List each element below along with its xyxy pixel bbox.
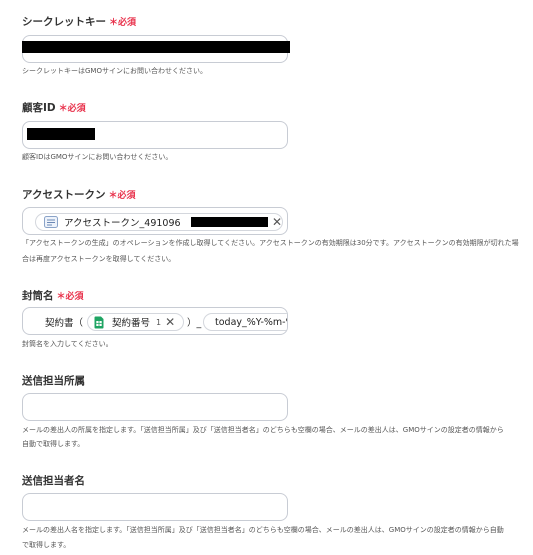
envelope-name-label-text: 封筒名 [22, 290, 54, 302]
sender-name-label: 送信担当者名 [22, 475, 85, 487]
access-token-label: アクセストークン ＊必須 [22, 187, 136, 202]
contract-number-chip-label: 契約番号 [112, 318, 151, 329]
secret-key-label-text: シークレットキー [22, 16, 106, 28]
redacted-secret-key [22, 41, 290, 53]
redacted-token-suffix [190, 217, 268, 227]
sender-department-label: 送信担当所属 [22, 375, 85, 387]
envelope-name-input[interactable]: 契約書（ 契約番号 1 ✕ ）_ today_%Y-%m-% [22, 307, 288, 335]
today-date-chip-label: today_%Y-%m-% [215, 316, 288, 328]
sender-department-help-line1: メールの差出人の所属を指定します。「送信担当所属」及び「送信担当者名」のどちらも… [22, 426, 504, 434]
customer-id-help: 顧客IDはGMOサインにお問い合わせください。 [22, 153, 173, 161]
today-date-chip[interactable]: today_%Y-%m-% [203, 313, 288, 331]
required-badge: ＊必須 [108, 191, 136, 201]
contract-number-chip-index: 1 [156, 317, 162, 327]
spreadsheet-icon [94, 316, 104, 329]
close-icon[interactable]: ✕ [165, 316, 175, 328]
sender-department-input[interactable] [22, 393, 288, 421]
sender-department-help-line2: 自動で取得します。 [22, 440, 85, 448]
required-badge: ＊必須 [56, 292, 84, 302]
redacted-customer-id [27, 128, 95, 140]
contract-number-chip[interactable]: 契約番号 1 ✕ [87, 313, 184, 331]
sender-name-input[interactable] [22, 493, 288, 521]
customer-id-input[interactable] [22, 121, 288, 149]
access-token-help-line2: 合は再度アクセストークンを取得してください。 [22, 255, 176, 263]
secret-key-help: シークレットキーはGMOサインにお問い合わせください。 [22, 67, 207, 75]
envelope-text-before: 契約書（ [45, 318, 84, 329]
secret-key-label: シークレットキー ＊必須 [22, 14, 136, 29]
customer-id-label-text: 顧客ID [22, 102, 56, 114]
required-badge: ＊必須 [58, 104, 86, 114]
access-token-help-line1: 「アクセストークンの生成」のオペレーションを作成し取得してください。アクセストー… [22, 239, 519, 247]
access-token-chip-label: アクセストークン_491096 [64, 218, 181, 229]
envelope-text-after: ）_ [187, 318, 202, 329]
close-icon[interactable]: ✕ [272, 216, 282, 228]
operation-link-icon [44, 216, 58, 228]
sender-name-help-line2: で取得します。 [22, 541, 71, 549]
access-token-chip[interactable]: アクセストークン_491096 ✕ [35, 213, 283, 231]
envelope-name-help: 封筒名を入力してください。 [22, 340, 113, 348]
access-token-label-text: アクセストークン [22, 189, 106, 201]
required-badge: ＊必須 [109, 18, 137, 28]
sender-name-help-line1: メールの差出人名を指定します。「送信担当所属」及び「送信担当者名」のどちらも空欄… [22, 526, 504, 534]
envelope-name-label: 封筒名 ＊必須 [22, 288, 84, 303]
customer-id-label: 顧客ID ＊必須 [22, 100, 86, 115]
access-token-input[interactable]: アクセストークン_491096 ✕ [22, 207, 288, 235]
